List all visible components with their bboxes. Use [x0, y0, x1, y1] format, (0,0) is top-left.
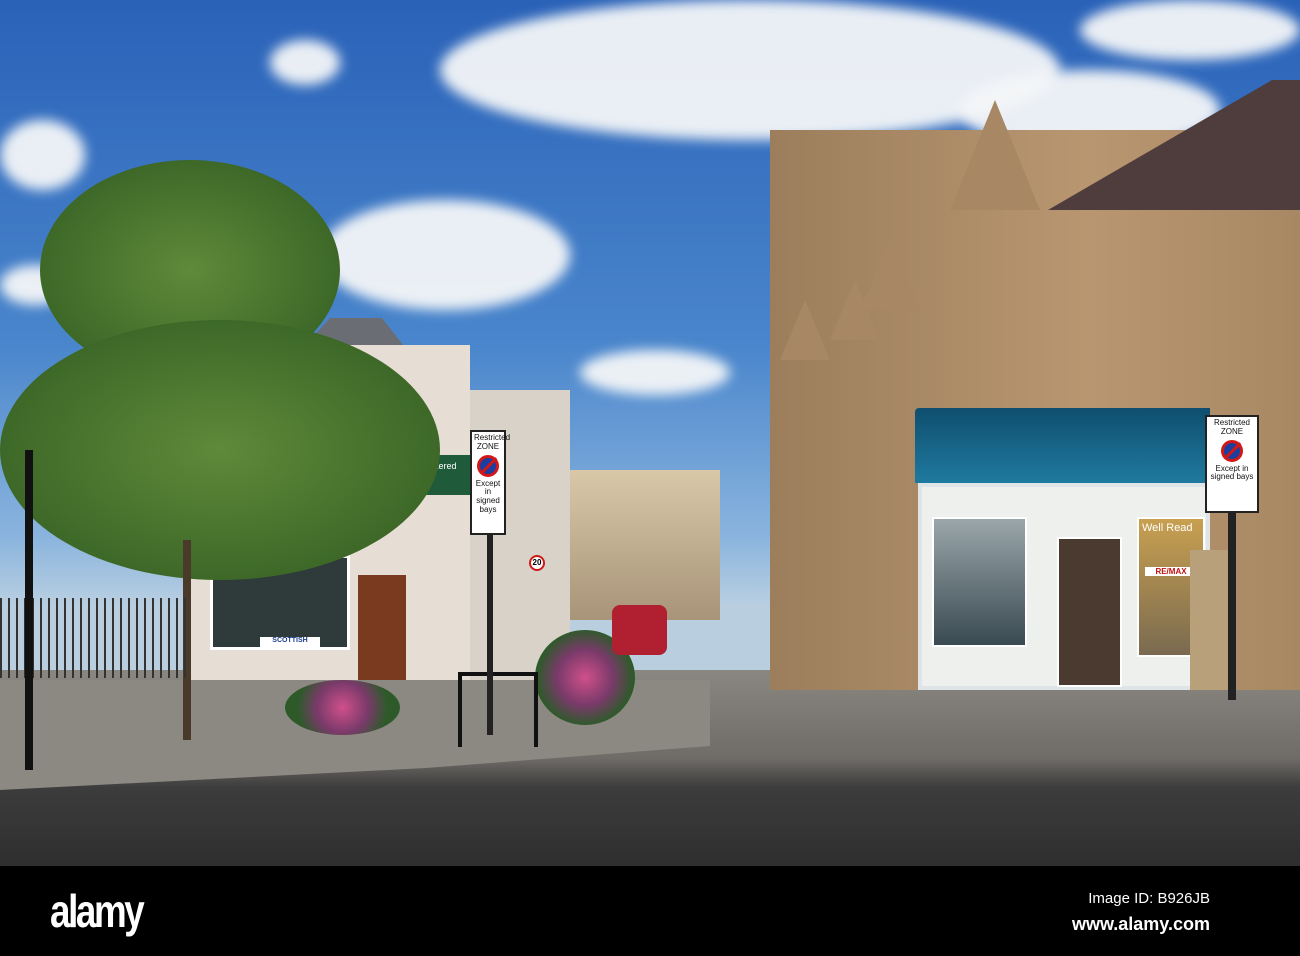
sign-title: Restricted ZONE	[1213, 418, 1250, 436]
street-photo: Well Read RE/MAX SCOTTISH Estate Agents …	[0, 0, 1300, 866]
tree	[0, 320, 440, 580]
no-parking-icon	[477, 454, 499, 477]
red-car	[612, 605, 667, 655]
scottish-sign: SCOTTISH	[260, 637, 320, 649]
sign-note: Except in signed bays	[475, 478, 501, 514]
signpost	[25, 450, 33, 770]
site-url: www.alamy.com	[1071, 914, 1210, 934]
flower-barrel	[285, 680, 400, 735]
sign-pole	[487, 535, 493, 735]
cloud	[320, 200, 570, 310]
distant-buildings	[560, 470, 720, 620]
cloud	[1080, 0, 1300, 60]
sign-note: Except in signed bays	[1210, 463, 1254, 482]
sign-title: Restricted ZONE	[474, 433, 511, 451]
bookshop-sign: Well Read	[1142, 522, 1193, 534]
watermark-bar: alamy Image ID: B926JB www.alamy.com	[0, 866, 1300, 956]
bookshop-front: Well Read RE/MAX	[918, 483, 1210, 690]
cloud	[0, 120, 85, 190]
cloud	[580, 350, 730, 395]
restricted-zone-sign: Restricted ZONE Except in signed bays	[470, 430, 511, 535]
shop-door	[358, 575, 406, 680]
cloud	[270, 40, 340, 85]
speed-limit-sign: 20	[529, 555, 545, 571]
sign-pole	[1228, 513, 1236, 700]
no-parking-icon	[1221, 439, 1243, 462]
bike-rack	[458, 672, 538, 747]
restricted-zone-sign: Restricted ZONE Except in signed bays	[1205, 415, 1259, 513]
image-id: Image ID: B926JB	[1088, 890, 1210, 907]
alamy-logo: alamy	[50, 885, 145, 937]
shop-fascia	[915, 408, 1210, 483]
